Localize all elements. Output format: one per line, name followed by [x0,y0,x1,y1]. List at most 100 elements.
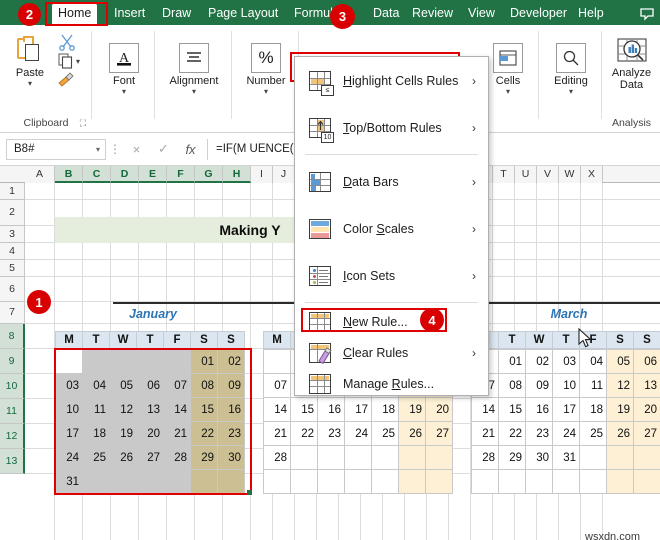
calendar-day-cell[interactable]: 12 [109,397,137,422]
calendar-day-cell[interactable]: 28 [471,445,499,470]
name-box[interactable]: B8# ▾ [6,138,106,160]
calendar-day-cell[interactable]: 21 [471,421,499,446]
calendar-day-cell[interactable]: 26 [109,445,137,470]
calendar-day-cell[interactable]: 10 [55,397,83,422]
calendar-day-cell[interactable]: 09 [217,373,245,398]
paste-button[interactable]: Paste ▾ [6,35,54,88]
calendar-day-cell[interactable]: 21 [163,421,191,446]
calendar-day-cell[interactable]: 16 [317,397,345,422]
calendar-day-cell[interactable] [579,445,607,470]
alignment-chevron-icon[interactable]: ▾ [156,88,232,96]
tab-review[interactable]: Review [406,3,459,25]
tab-page-layout[interactable]: Page Layout [202,3,284,25]
calendar-day-cell[interactable] [263,469,291,494]
row-header-12[interactable]: 12 [0,424,25,449]
calendar-day-cell[interactable]: 22 [498,421,526,446]
row-header-4[interactable]: 4 [0,243,25,260]
calendar-day-cell[interactable]: 29 [190,445,218,470]
column-header-V[interactable]: V [537,166,559,183]
calendar-day-cell[interactable] [317,445,345,470]
menu-item-highlight-cells-rules[interactable]: ≤ Highlight Cells Rules › [295,57,488,104]
calendar-day-cell[interactable] [263,349,291,374]
calendar-day-cell[interactable]: 20 [136,421,164,446]
conditional-formatting-menu[interactable]: ≤ Highlight Cells Rules › 10 Top/Bottom … [294,56,489,396]
tab-insert[interactable]: Insert [108,3,151,25]
calendar-day-cell[interactable] [371,445,399,470]
calendar-day-cell[interactable]: 04 [82,373,110,398]
calendar-day-cell[interactable]: 13 [633,373,660,398]
calendar-day-cell[interactable] [633,469,660,494]
confirm-formula-button[interactable]: ✓ [151,139,176,160]
calendar-day-cell[interactable]: 11 [579,373,607,398]
calendar-day-cell[interactable]: 18 [579,397,607,422]
tell-me-icon[interactable] [636,4,658,25]
calendar-day-cell[interactable] [425,445,453,470]
calendar-day-cell[interactable]: 24 [552,421,580,446]
calendar-day-cell[interactable]: 02 [217,349,245,374]
calendar-day-cell[interactable]: 26 [398,421,426,446]
calendar-day-cell[interactable]: 23 [217,421,245,446]
tab-draw[interactable]: Draw [156,3,197,25]
tab-developer[interactable]: Developer [504,3,573,25]
calendar-day-cell[interactable]: 28 [263,445,291,470]
calendar-day-cell[interactable]: 30 [525,445,553,470]
calendar-day-cell[interactable]: 08 [498,373,526,398]
tab-data[interactable]: Data [367,3,405,25]
calendar-day-cell[interactable]: 23 [525,421,553,446]
calendar-day-cell[interactable] [82,349,110,374]
calendar-day-cell[interactable]: 02 [525,349,553,374]
row-header-13[interactable]: 13 [0,449,25,474]
calendar-day-cell[interactable]: 28 [163,445,191,470]
calendar-day-cell[interactable] [82,469,110,494]
calendar-day-cell[interactable]: 16 [217,397,245,422]
tab-help[interactable]: Help [572,3,610,25]
alignment-button[interactable]: Alignment ▾ [156,43,232,96]
calendar-day-cell[interactable]: 27 [136,445,164,470]
menu-item-new-rule[interactable]: New Rule... [295,306,488,337]
calendar-day-cell[interactable]: 19 [109,421,137,446]
calendar-day-cell[interactable]: 15 [190,397,218,422]
calendar-day-cell[interactable]: 30 [217,445,245,470]
calendar-day-cell[interactable]: 23 [317,421,345,446]
calendar-day-cell[interactable] [317,469,345,494]
menu-item-top-bottom-rules[interactable]: 10 Top/Bottom Rules › [295,104,488,151]
calendar-day-cell[interactable]: 17 [344,397,372,422]
row-header-7[interactable]: 7 [0,302,25,324]
column-header-F[interactable]: F [167,166,195,183]
calendar-day-cell[interactable]: 31 [552,445,580,470]
column-header-T[interactable]: T [493,166,515,183]
column-header-B[interactable]: B [55,166,83,183]
calendar-day-cell[interactable]: 18 [371,397,399,422]
calendar-day-cell[interactable]: 19 [398,397,426,422]
calendar-day-cell[interactable]: 18 [82,421,110,446]
calendar-day-cell[interactable] [471,469,499,494]
calendar-day-cell[interactable]: 07 [163,373,191,398]
calendar-day-cell[interactable] [136,469,164,494]
calendar-day-cell[interactable]: 25 [579,421,607,446]
calendar-day-cell[interactable] [290,469,318,494]
clipboard-dialog-launcher-icon[interactable]: ⛶ [80,118,86,129]
calendar-day-cell[interactable]: 14 [263,397,291,422]
calendar-day-cell[interactable] [525,469,553,494]
calendar-day-cell[interactable]: 21 [263,421,291,446]
calendar-day-cell[interactable] [579,469,607,494]
calendar-day-cell[interactable] [290,445,318,470]
name-box-chevron-icon[interactable]: ▾ [96,145,100,154]
calendar-day-cell[interactable]: 16 [525,397,553,422]
calendar-day-cell[interactable]: 17 [55,421,83,446]
menu-item-manage-rules[interactable]: Manage Rules... [295,368,488,399]
calendar-day-cell[interactable] [163,349,191,374]
calendar-january-weeks[interactable]: 01 02 03 04 05 06 07 08 09 10 11 12 13 14 15 16 17 18 19 20… [55,349,245,494]
fill-handle[interactable] [247,490,252,495]
analyze-data-button[interactable]: Analyze Data [603,37,660,91]
calendar-day-cell[interactable]: 07 [263,373,291,398]
calendar-day-cell[interactable]: 17 [552,397,580,422]
calendar-day-cell[interactable]: 27 [425,421,453,446]
menu-item-icon-sets[interactable]: Icon Sets › [295,252,488,299]
row-header-11[interactable]: 11 [0,399,25,424]
calendar-day-cell[interactable]: 11 [82,397,110,422]
column-header-A[interactable]: A [25,166,55,183]
font-chevron-icon[interactable]: ▾ [93,88,155,96]
font-button[interactable]: A Font ▾ [93,43,155,96]
column-header-G[interactable]: G [195,166,223,183]
